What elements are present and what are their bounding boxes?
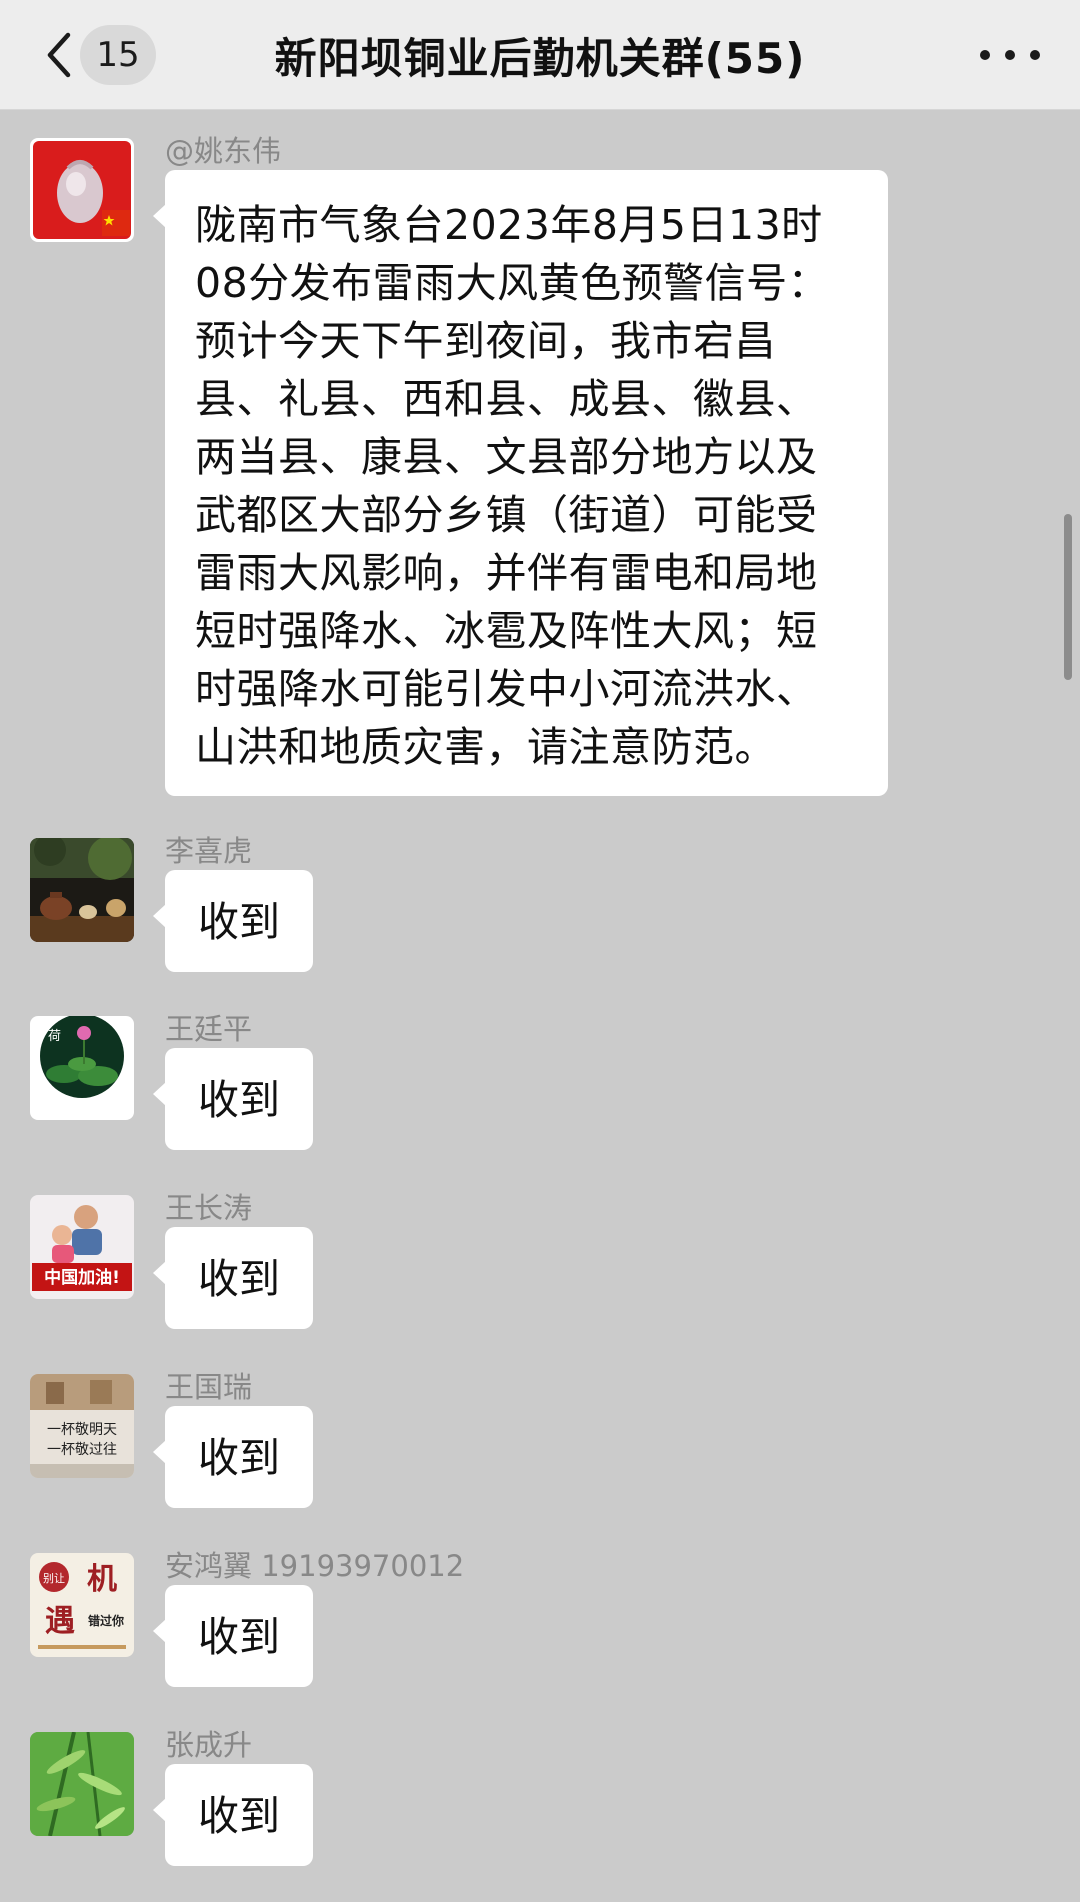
message-bubble[interactable]: 收到: [153, 1227, 313, 1329]
avatar-big-text: 遇: [45, 1604, 75, 1639]
message-bubble[interactable]: 收到: [153, 1048, 313, 1150]
message-bubble[interactable]: 收到: [153, 1764, 313, 1866]
message-bubble[interactable]: 收到: [153, 1406, 313, 1508]
navigation-bar: 15 新阳坝铜业后勤机关群(55): [0, 0, 1080, 110]
message-bubble[interactable]: 收到: [153, 1585, 313, 1687]
sender-name: 王廷平: [165, 1012, 253, 1046]
back-button[interactable]: [34, 22, 84, 88]
avatar-caption-top: 一杯敬明天: [47, 1422, 117, 1438]
ellipsis-dot: [1030, 50, 1040, 60]
sender-name: 王国瑞: [165, 1370, 253, 1404]
avatar[interactable]: 别让 机 遇 错过你: [30, 1553, 134, 1657]
sender-name: 安鸿翼 19193970012: [165, 1549, 465, 1583]
sender-name: @姚东伟: [165, 134, 282, 168]
avatar-small-text: 错过你: [88, 1613, 124, 1628]
avatar[interactable]: [30, 838, 134, 942]
scroll-indicator[interactable]: [1064, 514, 1072, 680]
avatar-big-text: 机: [87, 1562, 117, 1597]
more-options-button[interactable]: [980, 30, 1040, 80]
sender-name: 李喜虎: [165, 834, 253, 868]
avatar[interactable]: [30, 138, 134, 242]
avatar[interactable]: 一杯敬明天 一杯敬过往: [30, 1374, 134, 1478]
avatar[interactable]: 中国加油!: [30, 1195, 134, 1299]
avatar-caption-bottom: 一杯敬过往: [47, 1442, 117, 1458]
avatar-small-text: 别让: [43, 1572, 65, 1585]
avatar-caption: 中国加油!: [44, 1267, 120, 1288]
avatar[interactable]: [30, 1732, 134, 1836]
message-bubble[interactable]: 收到: [153, 870, 313, 972]
sender-name: 王长涛: [165, 1191, 253, 1225]
unread-count-badge[interactable]: 15: [80, 25, 156, 85]
chevron-left-icon: [47, 32, 71, 78]
avatar-mark: 荷: [48, 1029, 61, 1044]
message-bubble[interactable]: 陇南市气象台2023年8月5日13时08分发布雷雨大风黄色预警信号：预计今天下午…: [153, 170, 888, 796]
chat-title: 新阳坝铜业后勤机关群(55): [274, 33, 806, 83]
ellipsis-dot: [1005, 50, 1015, 60]
ellipsis-icon: [980, 50, 990, 60]
avatar[interactable]: 荷: [30, 1016, 134, 1120]
chat-screen: 15 新阳坝铜业后勤机关群(55) @姚东伟 陇南市气象台2023年8月5日13…: [0, 0, 1080, 1902]
sender-name: 张成升: [165, 1728, 253, 1762]
